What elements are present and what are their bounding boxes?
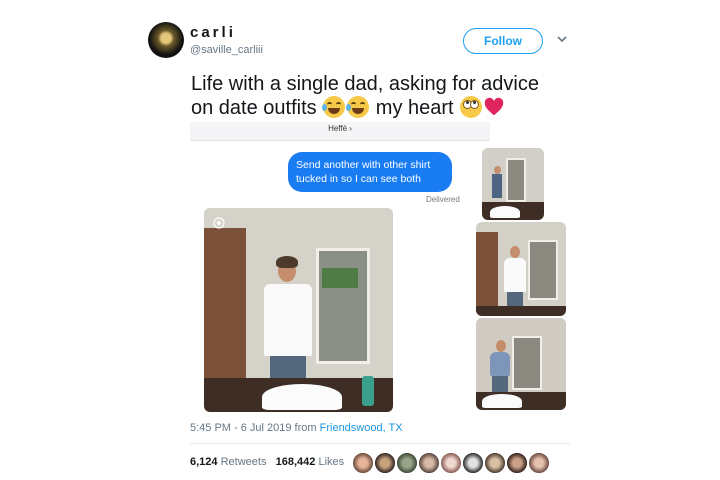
tweet-media[interactable]: Heffé › Send another with other shirt tu… <box>190 122 570 412</box>
liker-avatar[interactable] <box>418 452 440 474</box>
retweets-label[interactable]: Retweets <box>221 456 267 468</box>
user-handle[interactable]: @saville_carliii <box>190 44 263 56</box>
divider <box>190 443 570 444</box>
likes-label[interactable]: Likes <box>318 456 344 468</box>
eye-roll-icon <box>460 96 483 118</box>
chevron-down-icon[interactable] <box>556 33 568 45</box>
contact-name: Heffé › <box>328 124 352 133</box>
liker-avatar[interactable] <box>352 452 374 474</box>
message-bubble: Send another with other shirt tucked in … <box>288 152 452 192</box>
liker-avatar[interactable] <box>484 452 506 474</box>
tears-of-joy-icon <box>346 96 370 118</box>
tweet-stats: 6,124 Retweets 168,442 Likes <box>190 456 344 468</box>
follow-button[interactable]: Follow <box>463 28 543 54</box>
red-heart-icon <box>484 97 504 116</box>
liker-avatar[interactable] <box>374 452 396 474</box>
photo-thumb-1[interactable] <box>482 148 544 220</box>
imessage-header: Heffé › <box>190 122 490 141</box>
tweet-timestamp[interactable]: 5:45 PM - 6 Jul 2019 from Friendswood, T… <box>190 422 403 434</box>
liker-avatar[interactable] <box>462 452 484 474</box>
photo-thumb-3[interactable] <box>476 318 566 410</box>
delivered-label: Delivered <box>426 195 460 204</box>
display-name[interactable]: carli <box>190 24 236 41</box>
photo-main[interactable] <box>204 208 393 412</box>
liker-avatar[interactable] <box>440 452 462 474</box>
live-photo-icon <box>213 217 225 229</box>
tweet-text: Life with a single dad, asking for advic… <box>191 72 571 120</box>
tweet-text-line2a: on date outfits <box>191 97 317 119</box>
likes-count[interactable]: 168,442 <box>276 456 316 468</box>
tweet-text-line1: Life with a single dad, asking for advic… <box>191 73 539 95</box>
avatar[interactable] <box>148 22 184 58</box>
liker-avatar[interactable] <box>506 452 528 474</box>
tears-of-joy-icon <box>322 96 346 118</box>
liker-avatar[interactable] <box>528 452 550 474</box>
liker-avatar[interactable] <box>396 452 418 474</box>
time-date[interactable]: 5:45 PM - 6 Jul 2019 from <box>190 422 320 434</box>
retweets-count[interactable]: 6,124 <box>190 456 218 468</box>
photo-thumb-2[interactable] <box>476 222 566 316</box>
tweet-text-line2b: my heart <box>375 97 454 119</box>
location-link[interactable]: Friendswood, TX <box>320 422 403 434</box>
